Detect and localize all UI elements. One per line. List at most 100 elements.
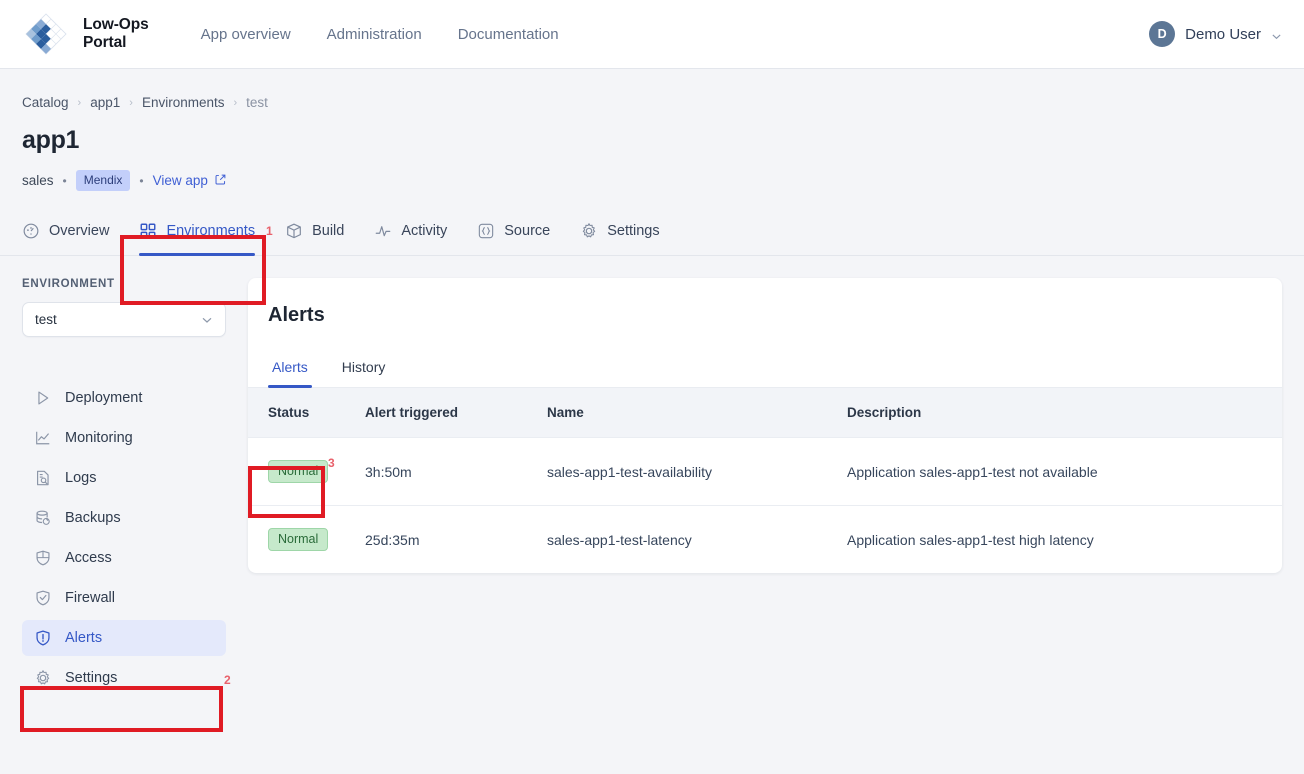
tab-overview[interactable]: Overview <box>22 212 124 255</box>
subtab-history[interactable]: History <box>338 353 390 387</box>
tab-overview-label: Overview <box>49 223 110 239</box>
meta-separator: • <box>62 173 67 188</box>
environment-sidebar: ENVIRONMENT test Deployment Monitoring L… <box>0 256 248 696</box>
card-subtabs: Alerts History <box>248 353 1282 388</box>
tab-build[interactable]: Build <box>270 212 359 255</box>
breadcrumb: Catalog › app1 › Environments › test <box>22 95 1282 110</box>
user-menu[interactable]: D Demo User <box>1149 21 1282 47</box>
chevron-right-icon: › <box>77 96 82 109</box>
cell-name: sales-app1-test-availability <box>537 437 837 506</box>
database-refresh-icon <box>34 509 52 527</box>
tab-source-label: Source <box>504 223 551 239</box>
brand[interactable]: Low-Ops Portal <box>22 10 149 58</box>
table-head: Status Alert triggered Name Description <box>248 388 1282 438</box>
braces-icon <box>477 222 495 240</box>
sidebar-section-label: ENVIRONMENT <box>22 278 115 290</box>
avatar: D <box>1149 21 1176 47</box>
grid-icon <box>139 222 157 240</box>
cell-alert-triggered: 3h:50m <box>355 437 537 506</box>
breadcrumb-environments[interactable]: Environments <box>142 95 225 110</box>
box-icon <box>285 222 303 240</box>
external-link-icon <box>214 173 227 189</box>
sidebar-nav: Deployment Monitoring Logs Backups Acces… <box>22 380 226 696</box>
nav-app-overview[interactable]: App overview <box>201 26 291 43</box>
chevron-down-icon <box>201 314 213 326</box>
sidebar-item-settings[interactable]: Settings <box>22 660 226 696</box>
sidebar-item-logs[interactable]: Logs <box>22 460 226 496</box>
sidebar-item-label: Alerts <box>65 630 103 646</box>
environment-select-value: test <box>35 312 57 327</box>
page-title: app1 <box>22 126 80 154</box>
sidebar-item-monitoring[interactable]: Monitoring <box>22 420 226 456</box>
table-row[interactable]: Normal 3h:50m sales-app1-test-availabili… <box>248 437 1282 506</box>
sidebar-item-label: Firewall <box>65 590 115 606</box>
cell-description: Application sales-app1-test not availabl… <box>837 437 1282 506</box>
gauge-icon <box>22 222 40 240</box>
tab-source[interactable]: Source <box>462 212 565 255</box>
top-nav: App overview Administration Documentatio… <box>201 26 559 43</box>
brand-name: Low-Ops Portal <box>83 16 149 51</box>
play-icon <box>34 389 52 407</box>
chevron-right-icon: › <box>129 96 133 109</box>
app-tabs: Overview Environments Build Activity Sou… <box>0 212 1304 256</box>
sidebar-item-label: Backups <box>65 510 121 526</box>
page-head: Catalog › app1 › Environments › test app… <box>0 69 1304 191</box>
nav-documentation[interactable]: Documentation <box>458 26 559 43</box>
breadcrumb-test: test <box>246 95 268 110</box>
tech-badge: Mendix <box>75 170 131 191</box>
column-header-status[interactable]: Status <box>248 388 355 438</box>
chevron-right-icon: › <box>233 96 238 109</box>
cell-status: Normal <box>248 505 355 573</box>
subtab-alerts[interactable]: Alerts <box>268 353 312 388</box>
shield-alert-icon <box>34 629 52 647</box>
cell-name: sales-app1-test-latency <box>537 505 837 573</box>
tab-environments-label: Environments <box>166 223 256 239</box>
shield-check-icon <box>34 589 52 607</box>
cell-description: Application sales-app1-test high latency <box>837 505 1282 573</box>
app-owner: sales <box>22 173 54 188</box>
tab-settings-label: Settings <box>607 223 660 239</box>
alerts-card: Alerts Alerts History Status Alert trigg… <box>248 278 1282 573</box>
table-body: Normal 3h:50m sales-app1-test-availabili… <box>248 437 1282 573</box>
tab-activity-label: Activity <box>401 223 448 239</box>
table-row[interactable]: Normal 25d:35m sales-app1-test-latency A… <box>248 505 1282 573</box>
view-app-label: View app <box>152 173 208 188</box>
sidebar-item-firewall[interactable]: Firewall <box>22 580 226 616</box>
breadcrumb-app1[interactable]: app1 <box>90 95 120 110</box>
sidebar-item-label: Logs <box>65 470 97 486</box>
sidebar-item-label: Settings <box>65 670 118 686</box>
view-app-link[interactable]: View app <box>153 173 227 189</box>
gear-icon <box>580 222 598 240</box>
alerts-table: Status Alert triggered Name Description … <box>248 388 1282 573</box>
sidebar-item-deployment[interactable]: Deployment <box>22 380 226 416</box>
tab-build-label: Build <box>312 223 345 239</box>
status-badge: Normal <box>268 460 329 483</box>
column-header-name[interactable]: Name <box>537 388 837 438</box>
page-body: ENVIRONMENT test Deployment Monitoring L… <box>0 256 1304 696</box>
shield-grid-icon <box>34 549 52 567</box>
sidebar-item-backups[interactable]: Backups <box>22 500 226 536</box>
column-header-description[interactable]: Description <box>837 388 1282 438</box>
cell-alert-triggered: 25d:35m <box>355 505 537 573</box>
column-header-alert-triggered[interactable]: Alert triggered <box>355 388 537 438</box>
tab-environments[interactable]: Environments <box>124 212 270 256</box>
sidebar-item-label: Monitoring <box>65 430 133 446</box>
sidebar-item-alerts[interactable]: Alerts <box>22 620 226 656</box>
diamond-grid-logo-icon <box>22 10 70 58</box>
user-name: Demo User <box>1185 25 1261 43</box>
page-meta: sales • Mendix • View app <box>22 170 1282 191</box>
nav-administration[interactable]: Administration <box>327 26 422 43</box>
environment-select[interactable]: test <box>22 302 226 337</box>
chart-line-icon <box>34 429 52 447</box>
gear-icon <box>34 669 52 687</box>
status-badge: Normal <box>268 528 329 551</box>
main-content: Alerts Alerts History Status Alert trigg… <box>248 256 1304 573</box>
tab-settings[interactable]: Settings <box>565 212 674 255</box>
pulse-icon <box>374 222 392 240</box>
chevron-down-icon <box>1271 29 1282 40</box>
sidebar-item-access[interactable]: Access <box>22 540 226 576</box>
document-search-icon <box>34 469 52 487</box>
breadcrumb-catalog[interactable]: Catalog <box>22 95 69 110</box>
table-header-row: Status Alert triggered Name Description <box>248 388 1282 438</box>
tab-activity[interactable]: Activity <box>359 212 462 255</box>
